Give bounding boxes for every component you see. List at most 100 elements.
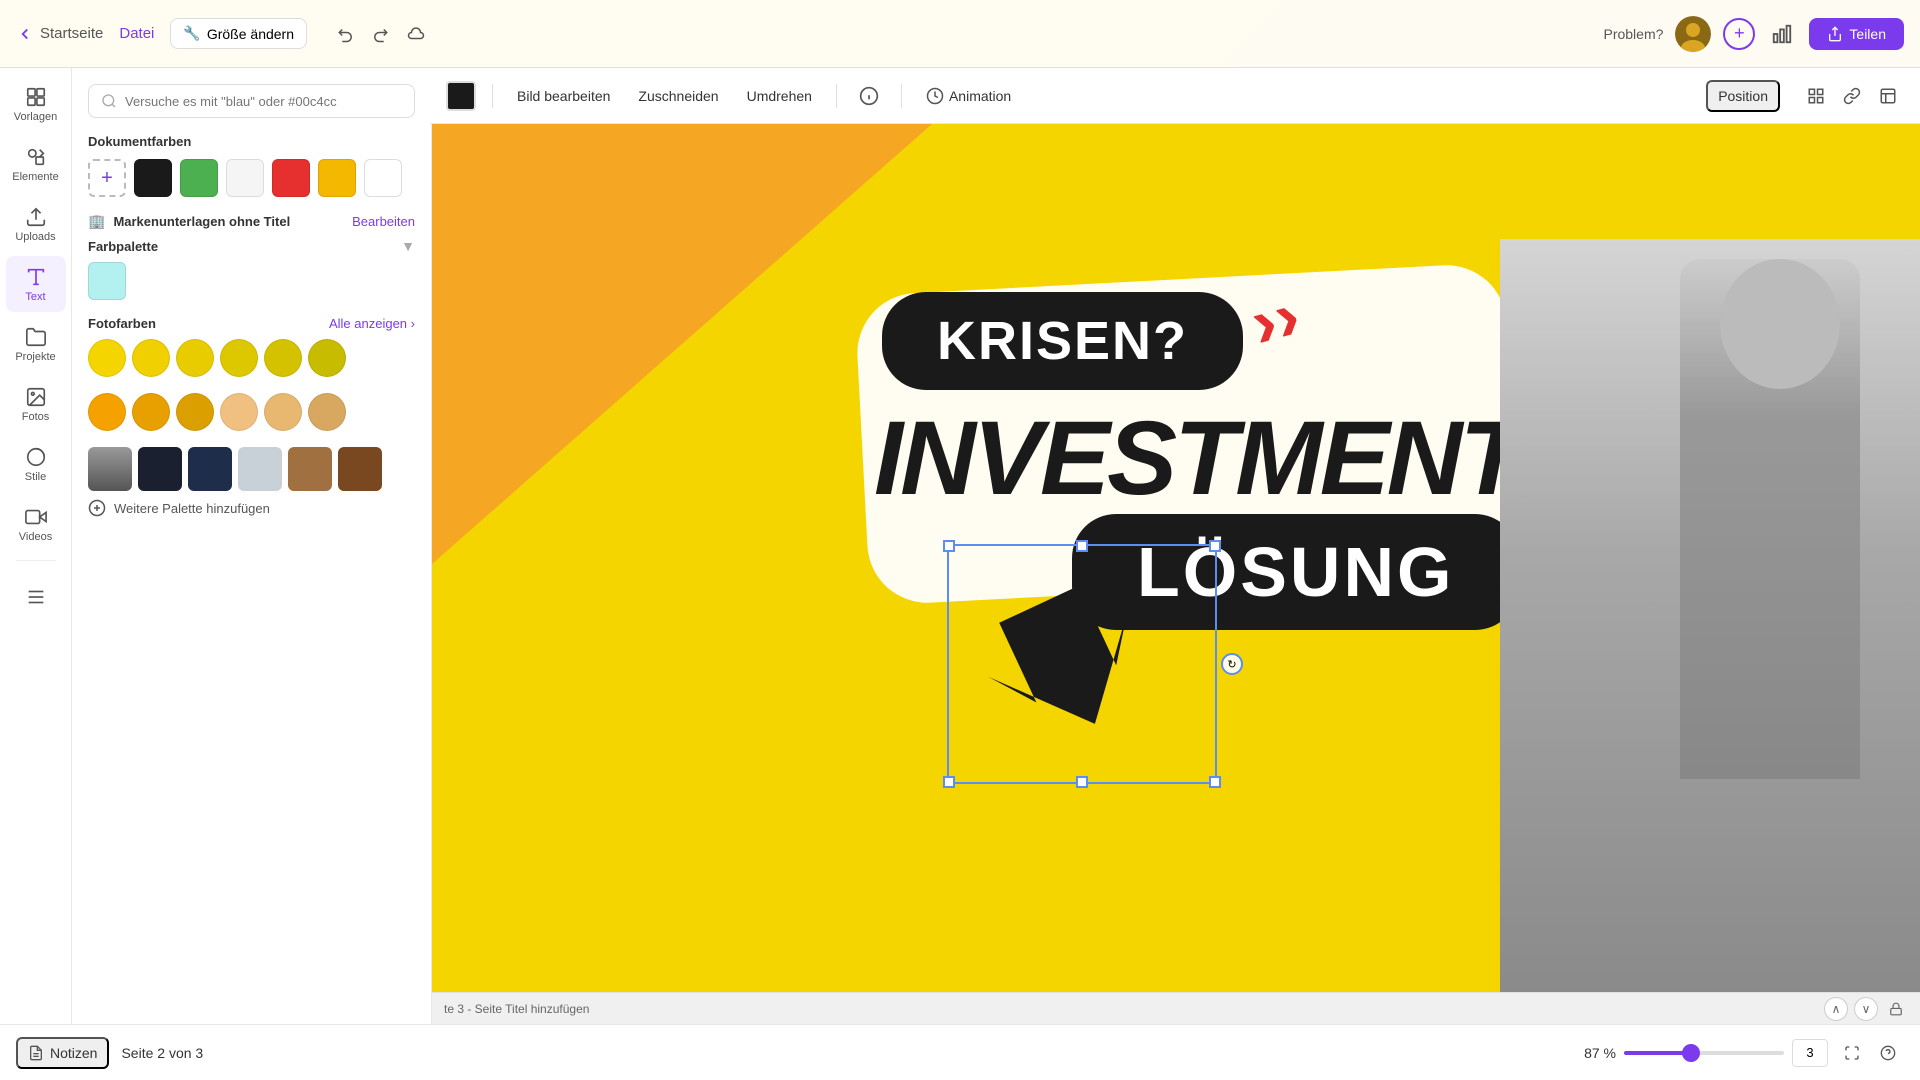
crop-button[interactable]: Zuschneiden: [630, 82, 726, 110]
foto-color-4[interactable]: [220, 339, 258, 377]
photo-icon: [25, 386, 47, 408]
home-button[interactable]: Startseite: [16, 25, 103, 43]
grid-overlay-button[interactable]: [1800, 80, 1832, 112]
problem-button[interactable]: Problem?: [1603, 26, 1663, 42]
file-menu[interactable]: Datei: [119, 25, 154, 42]
sidebar-item-vorlagen[interactable]: Vorlagen: [6, 76, 66, 132]
undo-button[interactable]: [331, 19, 361, 49]
foto-thumb-3[interactable]: [188, 447, 232, 491]
animation-icon: [926, 87, 944, 105]
sidebar-item-stile[interactable]: Stile: [6, 436, 66, 492]
krisen-text-box[interactable]: KRISEN?: [882, 292, 1243, 390]
sidebar-label-stile: Stile: [25, 471, 46, 483]
doc-color-white[interactable]: [226, 159, 264, 197]
doc-color-black[interactable]: [134, 159, 172, 197]
redo-button[interactable]: [365, 19, 395, 49]
palette-color-cyan[interactable]: [88, 262, 126, 300]
foto-color-9[interactable]: [176, 393, 214, 431]
video-icon: [25, 506, 47, 528]
more-palette-button[interactable]: Weitere Palette hinzufügen: [88, 499, 415, 517]
sidebar-item-uploads[interactable]: Uploads: [6, 196, 66, 252]
foto-thumb-4[interactable]: [238, 447, 282, 491]
foto-color-8[interactable]: [132, 393, 170, 431]
flip-button[interactable]: Umdrehen: [739, 82, 820, 110]
arrow-element[interactable]: [952, 554, 1182, 774]
foto-color-11[interactable]: [264, 393, 302, 431]
flip-label: Umdrehen: [747, 88, 812, 104]
all-colors-button[interactable]: Alle anzeigen ›: [329, 316, 415, 331]
foto-thumbs-row: [88, 447, 415, 491]
palette-arrow-icon[interactable]: ▼: [401, 238, 415, 254]
frame-button[interactable]: [1872, 80, 1904, 112]
elements-icon: [25, 146, 47, 168]
frame-icon: [1879, 87, 1897, 105]
foto-color-6[interactable]: [308, 339, 346, 377]
animation-button[interactable]: Animation: [918, 81, 1019, 111]
foto-thumb-1[interactable]: [88, 447, 132, 491]
foto-color-10[interactable]: [220, 393, 258, 431]
zoom-slider[interactable]: [1624, 1051, 1784, 1055]
sidebar-item-projekte[interactable]: Projekte: [6, 316, 66, 372]
foto-header: Fotofarben Alle anzeigen ›: [88, 316, 415, 331]
separator-3: [901, 84, 902, 108]
color-swatch-toolbar[interactable]: [446, 81, 476, 111]
resize-emoji: 🔧: [183, 25, 200, 42]
cloud-save-button[interactable]: [399, 19, 433, 49]
doc-color-green[interactable]: [180, 159, 218, 197]
info-icon: [859, 86, 879, 106]
foto-color-1[interactable]: [88, 339, 126, 377]
foto-color-3[interactable]: [176, 339, 214, 377]
foto-color-12[interactable]: [308, 393, 346, 431]
position-button[interactable]: Position: [1706, 80, 1780, 112]
page-num-box[interactable]: 3: [1792, 1039, 1828, 1067]
brand-icon: 🏢: [88, 213, 105, 230]
sidebar-item-customize[interactable]: [6, 569, 66, 625]
search-input[interactable]: [125, 94, 402, 109]
expand-icon: [1844, 1045, 1860, 1061]
color-panel: Dokumentfarben + 🏢 Markenunterlagen ohne…: [72, 68, 432, 1080]
info-button[interactable]: [853, 80, 885, 112]
home-label: Startseite: [40, 25, 103, 42]
rotate-handle[interactable]: ↻: [1221, 653, 1243, 675]
doc-color-red[interactable]: [272, 159, 310, 197]
sidebar-item-fotos[interactable]: Fotos: [6, 376, 66, 432]
canvas-area[interactable]: KRISEN? INVESTMENT LÖSUNG: [432, 124, 1920, 1024]
add-color-button[interactable]: +: [88, 159, 126, 197]
foto-color-7[interactable]: [88, 393, 126, 431]
edit-image-button[interactable]: Bild bearbeiten: [509, 82, 618, 110]
handle-bl[interactable]: [943, 776, 955, 788]
foto-color-2[interactable]: [132, 339, 170, 377]
share-button[interactable]: Teilen: [1809, 18, 1904, 50]
edit-brand-button[interactable]: Bearbeiten: [352, 214, 415, 229]
foto-color-5[interactable]: [264, 339, 302, 377]
link-button[interactable]: [1836, 80, 1868, 112]
stats-button[interactable]: [1767, 19, 1797, 49]
doc-color-white2[interactable]: [364, 159, 402, 197]
resize-button[interactable]: 🔧 Größe ändern: [170, 18, 307, 49]
sidebar-item-text[interactable]: Text: [6, 256, 66, 312]
page-down-button[interactable]: ∨: [1854, 997, 1878, 1021]
page-up-button[interactable]: ∧: [1824, 997, 1848, 1021]
sidebar-item-videos[interactable]: Videos: [6, 496, 66, 552]
handle-br[interactable]: [1209, 776, 1221, 788]
avatar[interactable]: [1675, 16, 1711, 52]
doc-colors-title: Dokumentfarben: [88, 134, 415, 149]
handle-bm[interactable]: [1076, 776, 1088, 788]
notes-button[interactable]: Notizen: [16, 1037, 109, 1069]
plus-circle-icon: [88, 499, 106, 517]
doc-color-yellow[interactable]: [318, 159, 356, 197]
expand-button[interactable]: [1836, 1037, 1868, 1069]
investment-text[interactable]: INVESTMENT: [874, 399, 1521, 519]
style-icon: [25, 446, 47, 468]
foto-thumb-5[interactable]: [288, 447, 332, 491]
separator-2: [836, 84, 837, 108]
lock-canvas-button[interactable]: [1884, 997, 1908, 1021]
foto-thumb-2[interactable]: [138, 447, 182, 491]
brand-label: Markenunterlagen ohne Titel: [113, 214, 290, 229]
sidebar-item-elemente[interactable]: Elemente: [6, 136, 66, 192]
foto-thumb-6[interactable]: [338, 447, 382, 491]
bottom-icon-group: [1836, 1037, 1904, 1069]
color-search-box: [88, 84, 415, 118]
help-button[interactable]: [1872, 1037, 1904, 1069]
add-user-button[interactable]: +: [1723, 18, 1755, 50]
